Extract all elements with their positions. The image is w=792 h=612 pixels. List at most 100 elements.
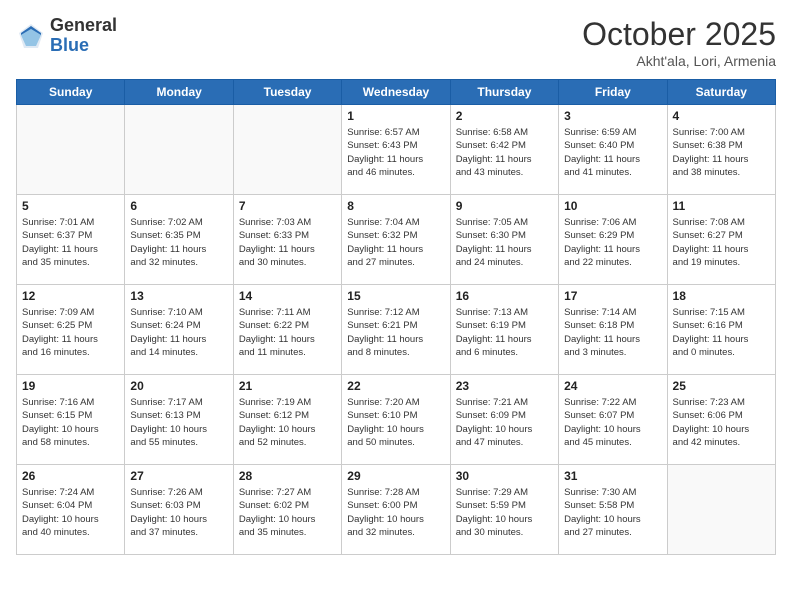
- cell-info: Sunrise: 7:04 AM Sunset: 6:32 PM Dayligh…: [347, 216, 444, 269]
- day-number: 27: [130, 469, 227, 483]
- day-number: 3: [564, 109, 661, 123]
- week-row-5: 26Sunrise: 7:24 AM Sunset: 6:04 PM Dayli…: [17, 465, 776, 555]
- day-number: 10: [564, 199, 661, 213]
- day-number: 18: [673, 289, 770, 303]
- cell-info: Sunrise: 7:08 AM Sunset: 6:27 PM Dayligh…: [673, 216, 770, 269]
- day-header-sunday: Sunday: [17, 80, 125, 105]
- cal-cell: 22 Sunrise: 7:20 AM Sunset: 6:10 PM Dayli…: [342, 375, 450, 465]
- cal-cell: 30 Sunrise: 7:29 AM Sunset: 5:59 PM Dayli…: [450, 465, 558, 555]
- logo: General Blue: [16, 16, 117, 56]
- day-number: 1: [347, 109, 444, 123]
- cal-cell: 3 Sunrise: 6:59 AM Sunset: 6:40 PM Daylig…: [559, 105, 667, 195]
- day-number: 7: [239, 199, 336, 213]
- cell-info: Sunrise: 7:29 AM Sunset: 5:59 PM Dayligh…: [456, 486, 553, 539]
- cal-cell: 20 Sunrise: 7:17 AM Sunset: 6:13 PM Dayli…: [125, 375, 233, 465]
- logo-icon: [16, 21, 46, 51]
- cal-cell: 23Sunrise: 7:21 AM Sunset: 6:09 PM Dayli…: [450, 375, 558, 465]
- cell-info: Sunrise: 7:13 AM Sunset: 6:19 PM Dayligh…: [456, 306, 553, 359]
- day-number: 12: [22, 289, 119, 303]
- cell-info: Sunrise: 7:15 AM Sunset: 6:16 PM Dayligh…: [673, 306, 770, 359]
- day-number: 5: [22, 199, 119, 213]
- cell-info: Sunrise: 7:20 AM Sunset: 6:10 PM Dayligh…: [347, 396, 444, 449]
- cell-info: Sunrise: 7:17 AM Sunset: 6:13 PM Dayligh…: [130, 396, 227, 449]
- day-header-monday: Monday: [125, 80, 233, 105]
- day-number: 30: [456, 469, 553, 483]
- day-number: 22: [347, 379, 444, 393]
- cal-cell: 29Sunrise: 7:28 AM Sunset: 6:00 PM Dayli…: [342, 465, 450, 555]
- day-number: 4: [673, 109, 770, 123]
- day-number: 9: [456, 199, 553, 213]
- cell-info: Sunrise: 7:03 AM Sunset: 6:33 PM Dayligh…: [239, 216, 336, 269]
- cal-cell: 26Sunrise: 7:24 AM Sunset: 6:04 PM Dayli…: [17, 465, 125, 555]
- cal-cell: 14 Sunrise: 7:11 AM Sunset: 6:22 PM Dayli…: [233, 285, 341, 375]
- cell-info: Sunrise: 7:02 AM Sunset: 6:35 PM Dayligh…: [130, 216, 227, 269]
- cell-info: Sunrise: 7:28 AM Sunset: 6:00 PM Dayligh…: [347, 486, 444, 539]
- day-number: 11: [673, 199, 770, 213]
- cal-cell: 16 Sunrise: 7:13 AM Sunset: 6:19 PM Dayli…: [450, 285, 558, 375]
- cal-cell: 15 Sunrise: 7:12 AM Sunset: 6:21 PM Dayli…: [342, 285, 450, 375]
- cell-info: Sunrise: 7:22 AM Sunset: 6:07 PM Dayligh…: [564, 396, 661, 449]
- day-number: 17: [564, 289, 661, 303]
- cal-cell: 11 Sunrise: 7:08 AM Sunset: 6:27 PM Dayli…: [667, 195, 775, 285]
- logo-general-text: General: [50, 16, 117, 36]
- header-row: SundayMondayTuesdayWednesdayThursdayFrid…: [17, 80, 776, 105]
- day-number: 15: [347, 289, 444, 303]
- cal-cell: 24 Sunrise: 7:22 AM Sunset: 6:07 PM Dayli…: [559, 375, 667, 465]
- cell-info: Sunrise: 6:57 AM Sunset: 6:43 PM Dayligh…: [347, 126, 444, 179]
- day-header-tuesday: Tuesday: [233, 80, 341, 105]
- day-number: 2: [456, 109, 553, 123]
- cell-info: Sunrise: 7:16 AM Sunset: 6:15 PM Dayligh…: [22, 396, 119, 449]
- day-number: 24: [564, 379, 661, 393]
- cell-info: Sunrise: 7:27 AM Sunset: 6:02 PM Dayligh…: [239, 486, 336, 539]
- day-number: 26: [22, 469, 119, 483]
- day-number: 13: [130, 289, 227, 303]
- day-header-friday: Friday: [559, 80, 667, 105]
- cell-info: Sunrise: 6:58 AM Sunset: 6:42 PM Dayligh…: [456, 126, 553, 179]
- cal-cell: 1 Sunrise: 6:57 AM Sunset: 6:43 PM Daylig…: [342, 105, 450, 195]
- day-number: 6: [130, 199, 227, 213]
- day-number: 21: [239, 379, 336, 393]
- cell-info: Sunrise: 7:10 AM Sunset: 6:24 PM Dayligh…: [130, 306, 227, 359]
- cell-info: Sunrise: 7:06 AM Sunset: 6:29 PM Dayligh…: [564, 216, 661, 269]
- day-header-wednesday: Wednesday: [342, 80, 450, 105]
- day-number: 14: [239, 289, 336, 303]
- day-number: 8: [347, 199, 444, 213]
- cal-cell: 6 Sunrise: 7:02 AM Sunset: 6:35 PM Daylig…: [125, 195, 233, 285]
- cal-cell: 8 Sunrise: 7:04 AM Sunset: 6:32 PM Daylig…: [342, 195, 450, 285]
- cal-cell: [233, 105, 341, 195]
- cell-info: Sunrise: 7:12 AM Sunset: 6:21 PM Dayligh…: [347, 306, 444, 359]
- cal-cell: 13 Sunrise: 7:10 AM Sunset: 6:24 PM Dayli…: [125, 285, 233, 375]
- month-title: October 2025: [582, 16, 776, 53]
- cal-cell: [667, 465, 775, 555]
- cal-cell: 21Sunrise: 7:19 AM Sunset: 6:12 PM Dayli…: [233, 375, 341, 465]
- calendar-table: SundayMondayTuesdayWednesdayThursdayFrid…: [16, 79, 776, 555]
- cal-cell: [17, 105, 125, 195]
- cell-info: Sunrise: 7:23 AM Sunset: 6:06 PM Dayligh…: [673, 396, 770, 449]
- location-text: Akht'ala, Lori, Armenia: [582, 53, 776, 69]
- title-block: October 2025 Akht'ala, Lori, Armenia: [582, 16, 776, 69]
- cell-info: Sunrise: 7:21 AM Sunset: 6:09 PM Dayligh…: [456, 396, 553, 449]
- day-number: 28: [239, 469, 336, 483]
- cell-info: Sunrise: 7:11 AM Sunset: 6:22 PM Dayligh…: [239, 306, 336, 359]
- day-number: 25: [673, 379, 770, 393]
- cal-cell: 18 Sunrise: 7:15 AM Sunset: 6:16 PM Dayli…: [667, 285, 775, 375]
- cell-info: Sunrise: 7:01 AM Sunset: 6:37 PM Dayligh…: [22, 216, 119, 269]
- week-row-3: 12 Sunrise: 7:09 AM Sunset: 6:25 PM Dayli…: [17, 285, 776, 375]
- cal-cell: 19 Sunrise: 7:16 AM Sunset: 6:15 PM Dayli…: [17, 375, 125, 465]
- cell-info: Sunrise: 7:09 AM Sunset: 6:25 PM Dayligh…: [22, 306, 119, 359]
- day-header-saturday: Saturday: [667, 80, 775, 105]
- cal-cell: 5 Sunrise: 7:01 AM Sunset: 6:37 PM Daylig…: [17, 195, 125, 285]
- day-number: 31: [564, 469, 661, 483]
- cal-cell: 2 Sunrise: 6:58 AM Sunset: 6:42 PM Daylig…: [450, 105, 558, 195]
- cell-info: Sunrise: 6:59 AM Sunset: 6:40 PM Dayligh…: [564, 126, 661, 179]
- day-header-thursday: Thursday: [450, 80, 558, 105]
- week-row-1: 1 Sunrise: 6:57 AM Sunset: 6:43 PM Daylig…: [17, 105, 776, 195]
- cal-cell: 27Sunrise: 7:26 AM Sunset: 6:03 PM Dayli…: [125, 465, 233, 555]
- day-number: 20: [130, 379, 227, 393]
- week-row-4: 19 Sunrise: 7:16 AM Sunset: 6:15 PM Dayli…: [17, 375, 776, 465]
- cal-cell: 7 Sunrise: 7:03 AM Sunset: 6:33 PM Daylig…: [233, 195, 341, 285]
- cal-cell: 10 Sunrise: 7:06 AM Sunset: 6:29 PM Dayli…: [559, 195, 667, 285]
- day-number: 16: [456, 289, 553, 303]
- day-number: 19: [22, 379, 119, 393]
- cell-info: Sunrise: 7:05 AM Sunset: 6:30 PM Dayligh…: [456, 216, 553, 269]
